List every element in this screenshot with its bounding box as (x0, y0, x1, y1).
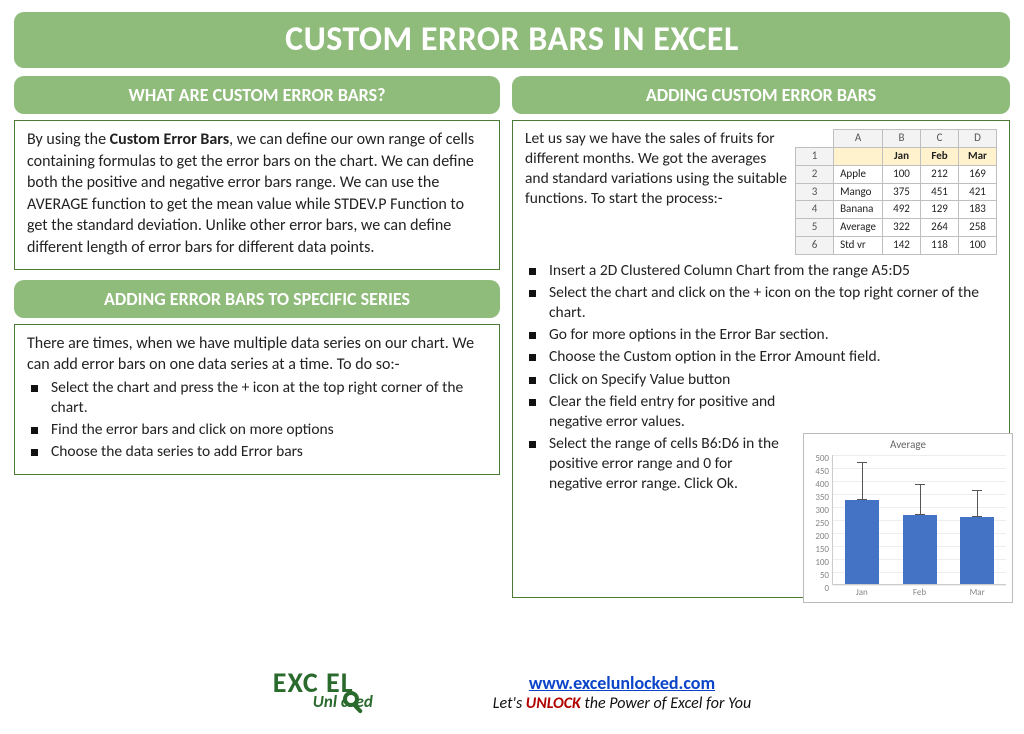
col-head: B (883, 130, 921, 148)
list-item: Clear the field entry for positive and n… (527, 392, 787, 432)
row-num: 4 (796, 201, 834, 219)
cell: Average (834, 219, 883, 237)
row-num: 1 (796, 147, 834, 165)
col-head: A (834, 130, 883, 148)
y-tick: 450 (811, 466, 829, 478)
y-tick: 500 (811, 453, 829, 465)
cell: 212 (921, 165, 959, 183)
x-label: Feb (903, 584, 937, 599)
x-label: Mar (960, 584, 994, 599)
brand-logo: EXC EL Unl cked (273, 667, 463, 717)
list-item: Choose the Custom option in the Error Am… (527, 347, 997, 367)
cell: Mar (959, 147, 997, 165)
section-body-series: There are times, when we have multiple d… (14, 324, 500, 476)
cell: 129 (921, 201, 959, 219)
footer: EXC EL Unl cked www.excelunlocked.com Le… (0, 667, 1024, 722)
cell: Feb (921, 147, 959, 165)
cell (834, 147, 883, 165)
list-item: Select the chart and press the + icon at… (29, 378, 487, 418)
row-num: 3 (796, 183, 834, 201)
s1-pre: By using the (27, 130, 110, 149)
col-head: D (959, 130, 997, 148)
table-corner (796, 130, 834, 148)
row-num: 6 (796, 237, 834, 255)
cell: Mango (834, 183, 883, 201)
cell: 100 (959, 237, 997, 255)
slogan-post: the Power of Excel for You (581, 694, 751, 713)
section-body-what: By using the Custom Error Bars, we can d… (14, 120, 500, 270)
cell: 183 (959, 201, 997, 219)
cell: 258 (959, 219, 997, 237)
list-item: Insert a 2D Clustered Column Chart from … (527, 261, 997, 281)
adding-intro: Let us say we have the sales of fruits f… (525, 129, 787, 255)
cell: 451 (921, 183, 959, 201)
bar-chart: Average 050100150200250300350400450500Ja… (803, 433, 1013, 603)
list-item: Go for more options in the Error Bar sec… (527, 325, 997, 345)
magnifier-icon (341, 689, 367, 715)
y-tick: 100 (811, 557, 829, 569)
list-item: Choose the data series to add Error bars (29, 442, 487, 462)
cell: 492 (883, 201, 921, 219)
cell: 264 (921, 219, 959, 237)
x-label: Jan (845, 584, 879, 599)
col-head: C (921, 130, 959, 148)
chart-plot: 050100150200250300350400450500JanFebMar (832, 455, 1006, 585)
y-tick: 350 (811, 492, 829, 504)
page-title: CUSTOM ERROR BARS IN EXCEL (14, 12, 1010, 68)
cell: 100 (883, 165, 921, 183)
row-num: 2 (796, 165, 834, 183)
y-tick: 250 (811, 518, 829, 530)
cell: 118 (921, 237, 959, 255)
footer-text: www.excelunlocked.com Let's UNLOCK the P… (493, 672, 751, 713)
section-head-adding: ADDING CUSTOM ERROR BARS (512, 76, 1010, 114)
footer-slogan: Let's UNLOCK the Power of Excel for You (493, 694, 751, 713)
content-columns: WHAT ARE CUSTOM ERROR BARS? By using the… (0, 76, 1024, 598)
s1-post: , we can define our own range of cells c… (27, 130, 474, 257)
y-tick: 300 (811, 505, 829, 517)
series-steps: Select the chart and press the + icon at… (27, 378, 487, 463)
row-num: 5 (796, 219, 834, 237)
list-item: Select the chart and click on the + icon… (527, 283, 997, 323)
list-item: Click on Specify Value button (527, 370, 787, 390)
y-tick: 50 (811, 570, 829, 582)
s1-bold: Custom Error Bars (110, 130, 230, 149)
cell: Jan (883, 147, 921, 165)
section-head-series: ADDING ERROR BARS TO SPECIFIC SERIES (14, 280, 500, 318)
y-tick: 150 (811, 544, 829, 556)
right-column: ADDING CUSTOM ERROR BARS Let us say we h… (512, 76, 1010, 598)
cell: Apple (834, 165, 883, 183)
y-tick: 200 (811, 531, 829, 543)
slogan-em: UNLOCK (526, 694, 581, 713)
cell: 169 (959, 165, 997, 183)
s2-intro: There are times, when we have multiple d… (27, 333, 487, 376)
cell: 142 (883, 237, 921, 255)
y-tick: 400 (811, 479, 829, 491)
slogan-pre: Let's (493, 694, 526, 713)
section-body-adding: Let us say we have the sales of fruits f… (512, 120, 1010, 598)
cell: 322 (883, 219, 921, 237)
cell: Std vr (834, 237, 883, 255)
footer-link[interactable]: www.excelunlocked.com (529, 672, 715, 694)
cell: 375 (883, 183, 921, 201)
data-table: A B C D 1 Jan Feb Mar 2Apple100212169 3M… (795, 129, 997, 255)
section-head-what: WHAT ARE CUSTOM ERROR BARS? (14, 76, 500, 114)
cell: Banana (834, 201, 883, 219)
y-tick: 0 (811, 583, 829, 595)
list-item: Find the error bars and click on more op… (29, 420, 487, 440)
chart-title: Average (810, 438, 1006, 453)
left-column: WHAT ARE CUSTOM ERROR BARS? By using the… (14, 76, 500, 598)
list-item: Select the range of cells B6:D6 in the p… (527, 434, 787, 494)
cell: 421 (959, 183, 997, 201)
